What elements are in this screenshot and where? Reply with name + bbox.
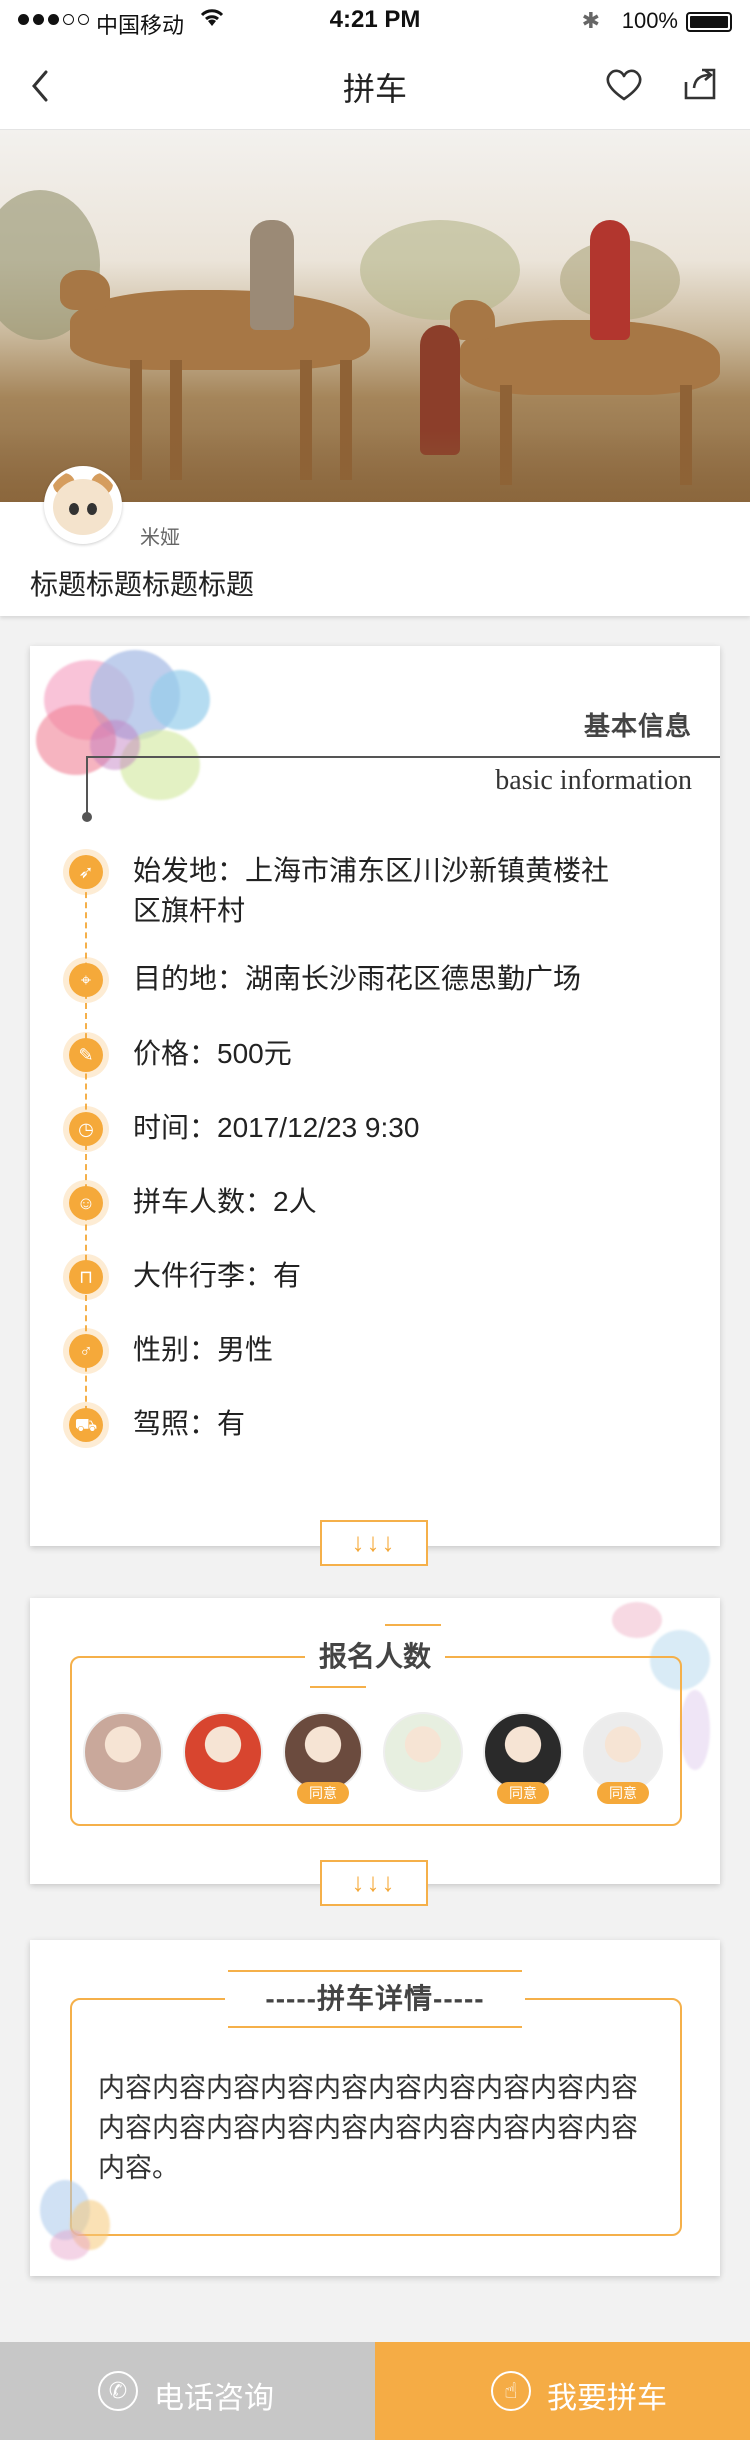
hero-photo — [0, 130, 750, 502]
info-time: 时间：2017/12/23 9:30 — [133, 1112, 420, 1143]
applicant-avatar[interactable] — [583, 1712, 663, 1792]
share-icon[interactable] — [678, 62, 722, 106]
basic-info-title: 基本信息 — [583, 711, 692, 741]
username: 米娅 — [140, 527, 180, 549]
battery-percent: 100% — [621, 8, 678, 33]
info-gender: 性别：男性 — [133, 1334, 274, 1365]
approved-badge: 同意 — [597, 1782, 649, 1804]
bluetooth-icon: ✱ — [581, 8, 600, 33]
title-divider — [86, 756, 720, 758]
car-icon: ⛟ — [63, 1402, 109, 1448]
details-title: -----拼车详情----- — [225, 1976, 525, 2022]
price-tag-icon: ✎ — [63, 1032, 109, 1078]
info-origin: 始发地：上海市浦东区川沙新镇黄楼社 — [133, 855, 610, 886]
phone-icon: ✆ — [98, 2371, 138, 2411]
clock-icon: ◷ — [63, 1106, 109, 1152]
applicant-avatar[interactable] — [283, 1712, 363, 1792]
battery-icon — [686, 12, 732, 32]
status-bar: 中国移动 4:21 PM ✱ 100% — [0, 0, 750, 40]
expand-applicants-button[interactable]: ↓↓↓ — [320, 1860, 428, 1906]
join-carpool-button[interactable]: ☝ 我要拼车 — [375, 2342, 750, 2440]
approved-badge: 同意 — [497, 1782, 549, 1804]
info-license: 驾照：有 — [133, 1408, 246, 1439]
paint-splash-decoration — [612, 1602, 662, 1638]
favorite-heart-icon[interactable] — [602, 62, 646, 106]
info-price: 价格：500元 — [133, 1038, 292, 1069]
luggage-icon: ⊓ — [63, 1254, 109, 1300]
join-carpool-label: 我要拼车 — [547, 2382, 667, 2415]
expand-basic-info-button[interactable]: ↓↓↓ — [320, 1520, 428, 1566]
phone-consult-button[interactable]: ✆ 电话咨询 — [0, 2342, 375, 2440]
location-pin-icon: ⌖ — [63, 957, 109, 1003]
details-content: 内容内容内容内容内容内容内容内容内容内容内容内容内容内容内容内容内容内容内容内容… — [98, 2073, 638, 2183]
applicant-avatar[interactable] — [83, 1712, 163, 1792]
applicants-title: 报名人数 — [305, 1634, 445, 1680]
basic-info-subtitle: basic information — [495, 765, 692, 796]
info-destination: 目的地：湖南长沙雨花区德思勤广场 — [133, 963, 582, 994]
person-icon: ☺ — [63, 1180, 109, 1226]
user-avatar[interactable] — [44, 466, 122, 544]
gender-icon: ♂ — [63, 1328, 109, 1374]
phone-consult-label: 电话咨询 — [154, 2382, 274, 2415]
post-title: 标题标题标题标题 — [30, 569, 255, 600]
navigation-bar: 拼车 — [0, 40, 750, 130]
info-luggage: 大件行李：有 — [133, 1260, 302, 1291]
thumb-up-icon: ☝ — [491, 2371, 531, 2411]
info-passengers: 拼车人数：2人 — [133, 1186, 317, 1217]
info-origin-cont: 区旗杆村 — [133, 895, 246, 926]
applicant-avatar[interactable] — [483, 1712, 563, 1792]
approved-badge: 同意 — [297, 1782, 349, 1804]
applicant-avatar[interactable] — [383, 1712, 463, 1792]
rocket-icon: ➶ — [63, 849, 109, 895]
applicant-avatar[interactable] — [183, 1712, 263, 1792]
